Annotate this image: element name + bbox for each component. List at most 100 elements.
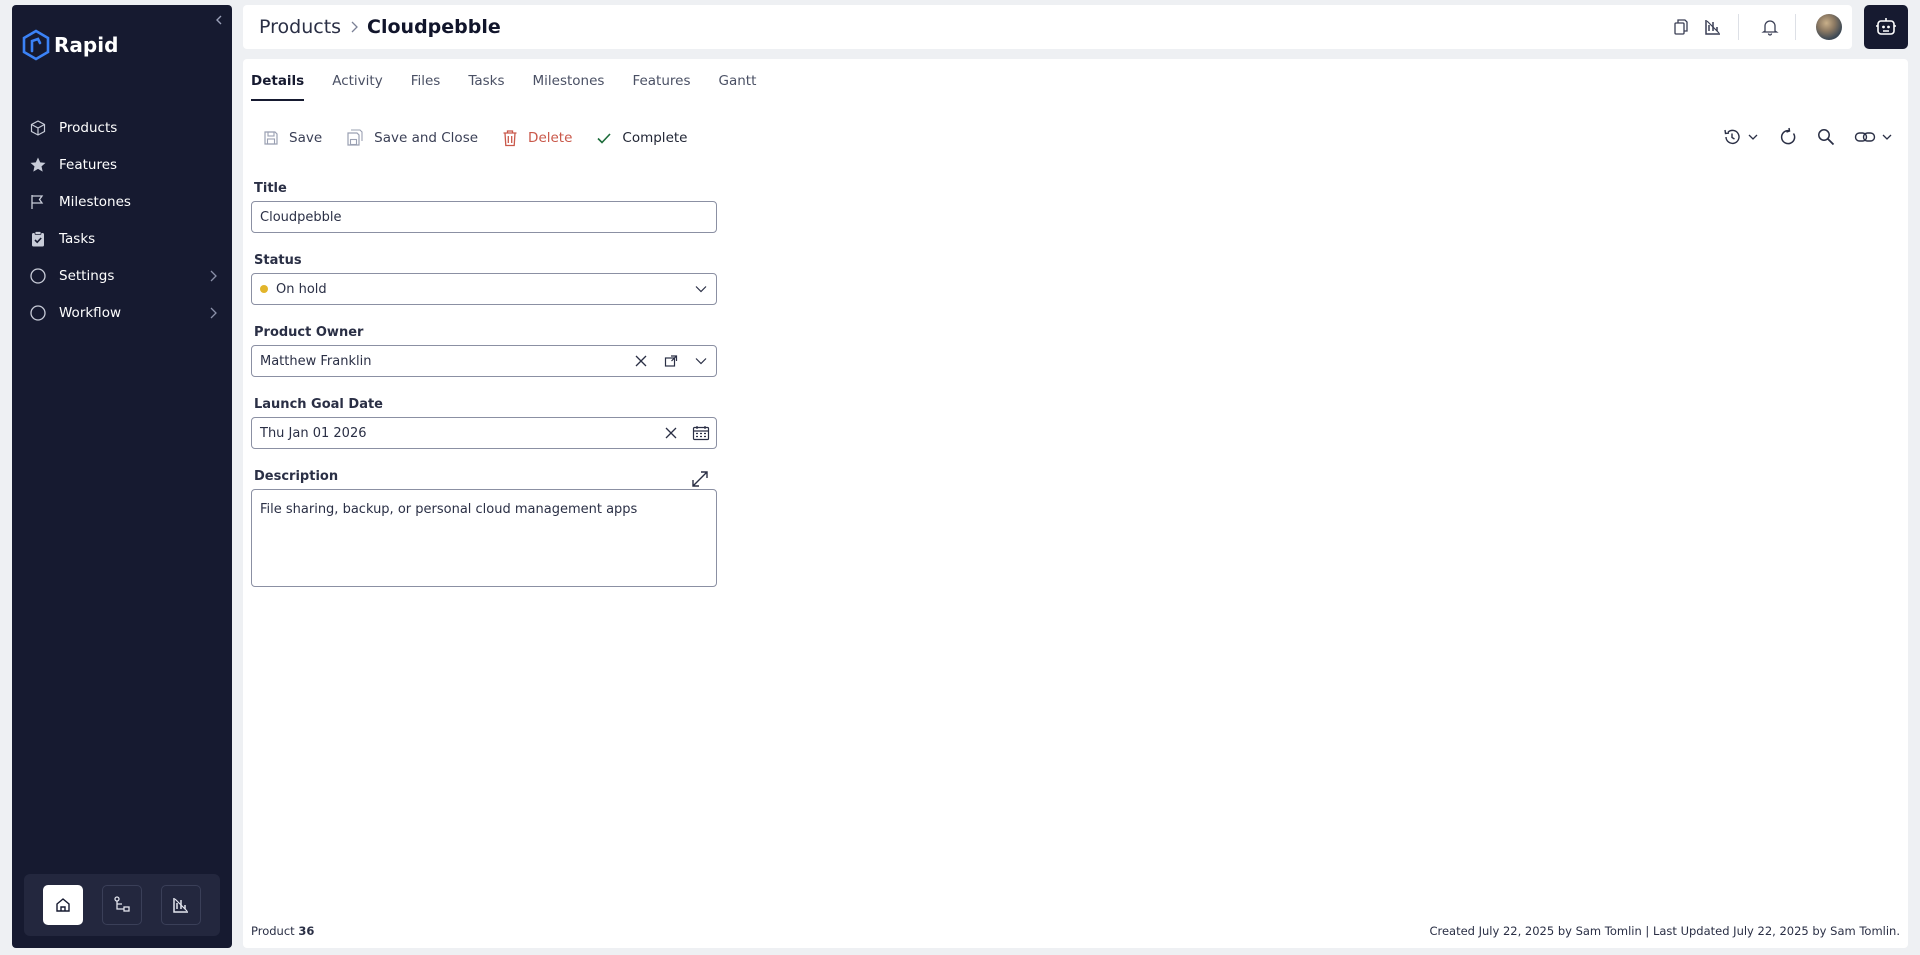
sidebar-nav: Products Features Milestones Tasks Setti… — [12, 109, 232, 331]
title-field[interactable]: Cloudpebble — [251, 201, 717, 233]
sidebar-item-tasks[interactable]: Tasks — [12, 220, 232, 257]
clear-icon[interactable] — [656, 426, 686, 440]
complete-button[interactable]: Complete — [596, 130, 687, 146]
sidebar-item-features[interactable]: Features — [12, 146, 232, 183]
status-value: On hold — [276, 281, 327, 297]
tab-activity[interactable]: Activity — [332, 73, 383, 101]
header-divider — [1795, 14, 1796, 40]
tab-milestones[interactable]: Milestones — [533, 73, 605, 101]
page-header: Products Cloudpebble — [243, 5, 1852, 49]
clipboard-check-icon — [32, 230, 44, 246]
tab-bar: Details Activity Files Tasks Milestones … — [251, 73, 784, 101]
details-form: Title Cloudpebble Status On hold Product… — [251, 181, 717, 587]
chart-icon — [172, 898, 188, 913]
sidebar-item-label: Settings — [59, 267, 115, 284]
home-button[interactable] — [43, 885, 84, 925]
sidebar-item-milestones[interactable]: Milestones — [12, 183, 232, 220]
status-indicator — [260, 285, 268, 293]
sidebar-item-label: Tasks — [59, 230, 96, 247]
form-toolbar: Save Save and Close Delete Complete — [263, 129, 711, 147]
sidebar-item-products[interactable]: Products — [12, 109, 232, 146]
sidebar-item-label: Milestones — [59, 193, 131, 210]
robot-icon — [1876, 18, 1896, 35]
chevron-down-icon[interactable] — [686, 284, 716, 294]
tab-gantt[interactable]: Gantt — [719, 73, 757, 101]
launch-goal-date-label: Launch Goal Date — [254, 397, 384, 412]
cube-icon — [30, 119, 46, 136]
title-value: Cloudpebble — [260, 209, 342, 225]
reports-button[interactable] — [160, 885, 201, 925]
product-owner-value: Matthew Franklin — [260, 353, 372, 369]
sidebar-item-workflow[interactable]: Workflow — [12, 294, 232, 331]
reports-icon[interactable] — [1702, 16, 1724, 38]
tab-features[interactable]: Features — [632, 73, 690, 101]
home-icon — [56, 898, 71, 912]
description-textarea[interactable]: File sharing, backup, or personal cloud … — [251, 489, 717, 587]
description-value: File sharing, backup, or personal cloud … — [260, 502, 638, 517]
history-dropdown[interactable] — [1722, 127, 1760, 147]
refresh-icon[interactable] — [1778, 127, 1798, 147]
tab-tasks[interactable]: Tasks — [468, 73, 504, 101]
clear-icon[interactable] — [626, 354, 656, 368]
launch-goal-date-value: Thu Jan 01 2026 — [260, 425, 367, 441]
delete-button[interactable]: Delete — [502, 129, 572, 147]
calendar-icon[interactable] — [686, 425, 716, 441]
open-record-icon[interactable] — [656, 354, 686, 368]
collapse-sidebar-icon[interactable] — [212, 11, 226, 29]
assistant-button[interactable] — [1864, 5, 1908, 49]
save-and-close-label: Save and Close — [374, 130, 479, 146]
flowchart-icon — [114, 896, 130, 912]
chevron-right-icon — [351, 21, 358, 33]
sidebar-item-label: Products — [59, 119, 118, 136]
sidebar-dock — [24, 874, 220, 936]
record-id: Product 36 — [251, 924, 314, 938]
link-dropdown[interactable] — [1854, 127, 1894, 147]
circle-icon — [30, 267, 46, 284]
tab-details[interactable]: Details — [251, 73, 305, 101]
copy-icon[interactable] — [1670, 16, 1692, 38]
chevron-right-icon — [210, 270, 217, 282]
sidebar: Rapid Products Features Milestones Tasks… — [12, 5, 232, 948]
record-type: Product — [251, 924, 295, 938]
app-logo[interactable]: Rapid — [22, 29, 118, 61]
expand-icon[interactable] — [691, 470, 709, 488]
sidebar-item-settings[interactable]: Settings — [12, 257, 232, 294]
status-select[interactable]: On hold — [251, 273, 717, 305]
tab-files[interactable]: Files — [411, 73, 441, 101]
save-button[interactable]: Save — [263, 130, 322, 146]
page-title: Cloudpebble — [367, 16, 501, 38]
flag-icon — [31, 194, 44, 209]
avatar[interactable] — [1816, 14, 1842, 40]
main-content: Details Activity Files Tasks Milestones … — [243, 59, 1908, 948]
product-owner-label: Product Owner — [254, 325, 364, 340]
chevron-down-icon — [1748, 134, 1758, 140]
header-tools — [1660, 5, 1842, 49]
product-owner-field[interactable]: Matthew Franklin — [251, 345, 717, 377]
header-divider — [1738, 14, 1739, 40]
sidebar-item-label: Workflow — [59, 304, 121, 321]
delete-label: Delete — [528, 130, 573, 146]
history-icon — [1724, 129, 1740, 145]
title-label: Title — [254, 181, 287, 196]
chevron-right-icon — [210, 307, 217, 319]
trash-icon — [503, 130, 517, 147]
status-label: Status — [254, 253, 302, 268]
rapid-logo-icon — [22, 29, 50, 61]
save-and-close-button[interactable]: Save and Close — [346, 129, 478, 147]
save-icon — [264, 131, 278, 145]
sidebar-item-label: Features — [59, 156, 118, 173]
launch-goal-date-field[interactable]: Thu Jan 01 2026 — [251, 417, 717, 449]
star-icon — [30, 157, 46, 172]
complete-label: Complete — [622, 130, 688, 146]
breadcrumb-products[interactable]: Products — [259, 16, 341, 38]
check-icon — [597, 133, 611, 144]
record-tools — [1704, 127, 1894, 147]
circle-icon — [30, 304, 46, 321]
app-name: Rapid — [54, 33, 119, 57]
audit-info: Created July 22, 2025 by Sam Tomlin | La… — [1429, 924, 1900, 938]
bell-icon[interactable] — [1759, 16, 1781, 38]
description-header: Description — [251, 469, 717, 489]
workflow-button[interactable] — [101, 885, 142, 925]
search-icon[interactable] — [1816, 127, 1836, 147]
chevron-down-icon[interactable] — [686, 356, 716, 366]
